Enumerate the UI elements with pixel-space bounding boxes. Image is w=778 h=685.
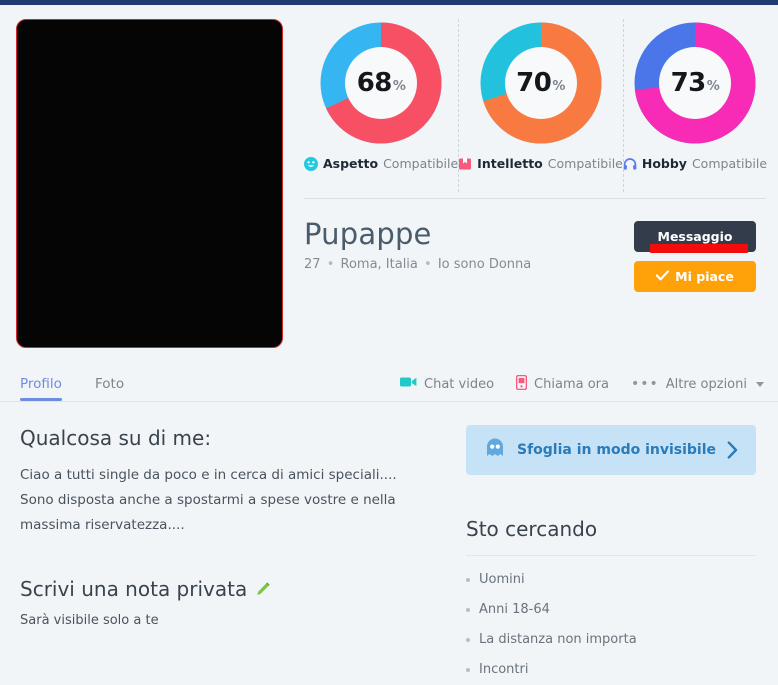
stat-number: 68 [356,68,393,98]
seeking-divider [466,555,756,556]
donut-chart-aspetto: 68 % [317,19,445,147]
more-options-button[interactable]: ••• Altre opzioni [631,377,764,392]
donut-chart-intelletto: 70 % [477,19,605,147]
headphones-icon [623,157,637,171]
tab-tools: Chat video Chiama ora ••• Altre opzioni [400,368,764,400]
seeking-heading: Sto cercando [466,517,598,541]
percent-symbol: % [392,78,406,94]
chat-video-button[interactable]: Chat video [400,376,494,392]
profile-photo[interactable] [16,19,283,348]
stat-label-bold: Hobby [641,156,687,171]
seeking-list: Uomini Anni 18-64 La distanza non import… [466,565,756,685]
call-now-label: Chiama ora [534,376,609,392]
profile-meta: 27 • Roma, Italia • Io sono Donna [304,257,531,272]
more-options-label: Altre opzioni [665,376,747,392]
ghost-icon [484,437,506,463]
left-column: Qualcosa su di me: Ciao a tutti single d… [20,425,420,628]
stat-aspetto: 68 % Aspetto Compatibile [304,15,458,198]
invisible-browse-banner[interactable]: Sfoglia in modo invisibile [466,425,756,475]
stat-number: 73 [670,68,707,98]
percent-symbol: % [552,78,565,94]
chevron-right-icon [727,441,738,459]
about-text: Ciao a tutti single da poco e in cerca d… [20,467,397,533]
list-item: Anni 18-64 [466,595,756,625]
invisible-browse-label: Sfoglia in modo invisibile [516,442,717,458]
book-icon [458,157,472,171]
profile-gender: Io sono Donna [437,257,532,272]
red-highlight-marker [650,244,748,253]
pencil-icon[interactable] [255,581,271,597]
like-button[interactable]: Mi piace [634,261,756,292]
list-item: Uomini [466,565,756,595]
page-title: Pupappe [304,217,432,251]
stat-label-hobby: Hobby Compatibile [623,156,767,171]
private-note-header: Scrivi una nota privata [20,576,420,602]
private-note-heading: Scrivi una nota privata [20,577,248,601]
right-column: Sfoglia in modo invisibile Sto cercando … [466,425,756,685]
stat-value-intelletto: 70 % [477,19,605,147]
tab-foto[interactable]: Foto [95,368,124,400]
tab-profilo[interactable]: Profilo [20,368,62,401]
profile-actions: Messaggio Mi piace [634,221,756,292]
mobile-phone-icon [515,374,528,394]
call-now-button[interactable]: Chiama ora [515,374,609,394]
chat-video-label: Chat video [424,376,495,392]
tab-bar: Profilo Foto Chat video Chiama ora ••• A… [0,368,778,402]
stat-hobby: 73 % Hobby Compatibile [622,15,767,198]
percent-symbol: % [706,78,720,94]
profile-header-section: 68 % Aspetto Compatibile 70 % Intelletto… [0,5,778,365]
stat-label-rest: Compatibile [383,156,459,171]
donut-chart-hobby: 73 % [631,19,759,147]
like-label: Mi piace [675,269,734,284]
stat-label-bold: Aspetto [323,156,379,171]
meta-separator: • [424,257,432,272]
compatibility-stats: 68 % Aspetto Compatibile 70 % Intelletto… [304,15,767,199]
stat-number: 70 [516,68,552,98]
profile-location: Roma, Italia [340,257,418,272]
smiley-icon [304,156,318,171]
stat-intelletto: 70 % Intelletto Compatibile [458,15,623,198]
stat-label-aspetto: Aspetto Compatibile [304,156,458,171]
stat-value-aspetto: 68 % [317,19,445,147]
check-icon [656,269,670,284]
stat-label-rest: Compatibile [547,156,623,171]
ellipsis-icon: ••• [630,376,659,392]
list-item: La distanza non importa [466,625,756,655]
stat-label-intelletto: Intelletto Compatibile [458,156,623,171]
meta-separator: • [326,257,335,272]
video-camera-icon [400,376,417,392]
about-heading: Qualcosa su di me: [20,426,212,450]
stat-label-bold: Intelletto [477,156,543,171]
list-item: Incontri [466,655,756,685]
identity-block: Pupappe 27 • Roma, Italia • Io sono Donn… [304,217,531,272]
stat-value-hobby: 73 % [631,19,759,147]
profile-age: 27 [304,257,321,272]
stat-label-rest: Compatibile [691,156,768,171]
chevron-down-icon [756,381,764,387]
private-note-subtext: Sarà visibile solo a te [20,613,159,628]
